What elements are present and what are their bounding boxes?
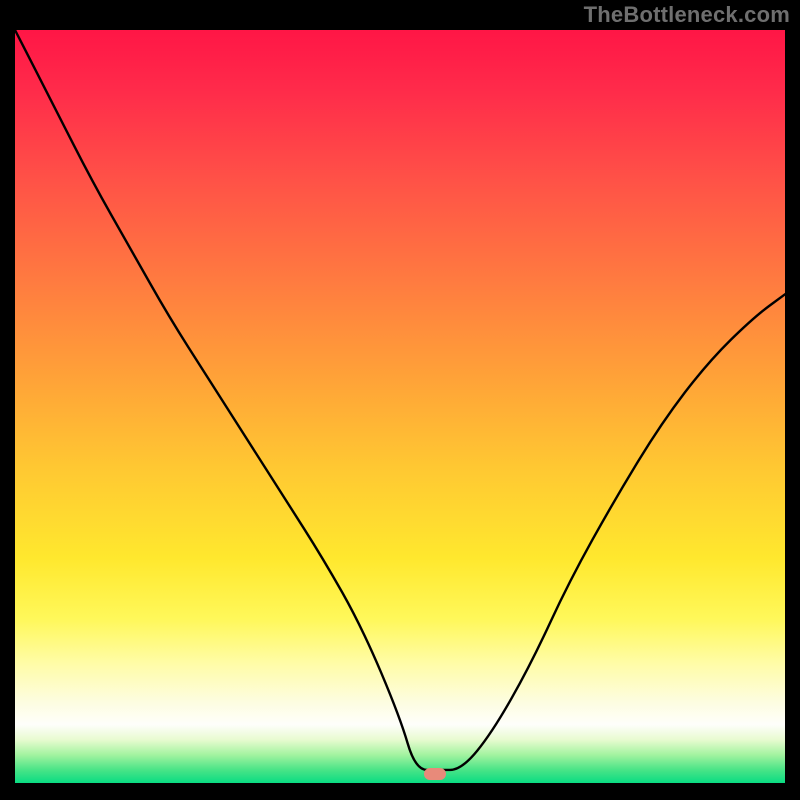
chart-frame: TheBottleneck.com [0, 0, 800, 800]
watermark-text: TheBottleneck.com [584, 2, 790, 28]
bottleneck-curve [15, 30, 785, 785]
optimum-marker [424, 768, 446, 780]
baseline [15, 783, 785, 785]
plot-area [15, 30, 785, 785]
